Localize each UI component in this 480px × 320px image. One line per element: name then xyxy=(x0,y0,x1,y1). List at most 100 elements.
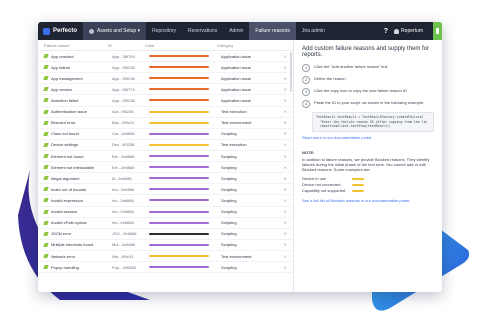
color-bar xyxy=(149,221,209,224)
reason-color xyxy=(149,232,221,235)
edit-icon[interactable] xyxy=(43,109,49,114)
table-row[interactable]: App failure App...9f3238 Application issue… xyxy=(38,62,293,74)
edit-icon[interactable] xyxy=(43,131,49,136)
reason-color xyxy=(149,66,221,69)
delete-icon[interactable]: ✕ xyxy=(284,54,287,59)
help-panel: Add custom failure reasons and supply th… xyxy=(294,40,442,292)
delete-icon[interactable]: ✕ xyxy=(284,176,287,181)
nav-item-0[interactable]: Assets and Setup ▾ xyxy=(83,22,147,40)
nav-item-5[interactable]: Jira admin xyxy=(296,22,331,40)
edit-icon[interactable] xyxy=(43,87,49,92)
edit-icon[interactable] xyxy=(43,209,49,214)
reason-category: Scripting xyxy=(221,220,237,226)
edit-icon[interactable] xyxy=(43,154,49,159)
table-row[interactable]: Multiple elements found Mul...2e6686 Scrip… xyxy=(38,240,293,251)
delete-icon[interactable]: ✕ xyxy=(284,98,287,103)
brand-name: Perfecto xyxy=(53,28,78,34)
color-bar xyxy=(149,143,209,146)
step-item: 2 Define the reason xyxy=(302,76,434,84)
delete-icon[interactable]: ✕ xyxy=(284,254,287,259)
table-row[interactable]: App crashed App...38f754 Application issue… xyxy=(38,51,293,63)
app-window: Perfecto Assets and Setup ▾ Repository Res… xyxy=(38,22,442,292)
table-row[interactable]: Beecard error Bac...9f3c31 Test environmen… xyxy=(38,118,293,129)
delete-icon[interactable]: ✕ xyxy=(284,65,287,70)
table-row[interactable]: App version App...5f5774 Application issue… xyxy=(38,84,293,96)
edit-icon[interactable] xyxy=(43,242,49,247)
table-row[interactable]: Invalid xPath syntax Inv...2e6686 Scriptin… xyxy=(38,218,293,229)
delete-icon[interactable]: ✕ xyxy=(284,209,287,214)
reason-category: Scripting xyxy=(221,209,237,215)
reason-name: Beecard error xyxy=(51,120,76,126)
blocked-reason-color xyxy=(352,189,364,192)
flag-icon xyxy=(436,28,439,34)
table-row[interactable]: Invalid session Inv...2e6686 Scripting ✕ xyxy=(38,207,293,218)
delete-icon[interactable]: ✕ xyxy=(284,187,287,192)
edit-icon[interactable] xyxy=(43,220,49,225)
table-row[interactable]: Popup handling Pop...2e6686 Scripting ✕ xyxy=(38,262,293,274)
edit-icon[interactable] xyxy=(43,142,49,147)
edit-icon[interactable] xyxy=(43,265,49,270)
scrollbar[interactable] xyxy=(290,52,292,92)
edit-icon[interactable] xyxy=(43,76,49,81)
delete-icon[interactable]: ✕ xyxy=(284,87,287,92)
color-bar xyxy=(149,99,209,102)
edit-icon[interactable] xyxy=(43,176,49,181)
table-row[interactable]: Index out of bounds Ind...2e6686 Scripting… xyxy=(38,184,293,196)
user-menu[interactable]: Repertum xyxy=(394,28,427,34)
delete-icon[interactable]: ✕ xyxy=(284,165,287,170)
read-more-link[interactable]: Read more in our documentation portal xyxy=(302,135,434,140)
brand[interactable]: Perfecto xyxy=(38,27,83,35)
delete-icon[interactable]: ✕ xyxy=(284,142,287,147)
nav-item-4[interactable]: Failure reasons xyxy=(249,22,296,40)
edit-icon[interactable] xyxy=(43,198,49,203)
table-row[interactable]: App management App...9f3238 Application is… xyxy=(38,73,293,85)
step-item: 3 Click the copy icon to copy the new fai… xyxy=(302,88,434,96)
color-bar xyxy=(149,55,209,58)
edit-icon[interactable] xyxy=(43,231,49,236)
table-row[interactable]: Illegal argument Ill...2e6686 Scripting ✕ xyxy=(38,173,293,185)
table-row[interactable]: Authentication issue Aut...9f3236 Test exe… xyxy=(38,107,293,118)
edit-icon[interactable] xyxy=(43,254,49,259)
nav-item-2[interactable]: Reservations xyxy=(182,22,223,40)
table-row[interactable]: Class not found Cla...2e6686 Scripting ✕ xyxy=(38,129,293,140)
delete-icon[interactable]: ✕ xyxy=(284,131,287,136)
help-icon[interactable]: ? xyxy=(384,28,388,35)
reason-name: App crashed xyxy=(51,53,74,59)
reason-name: App version xyxy=(51,86,73,92)
delete-icon[interactable]: ✕ xyxy=(284,198,287,203)
delete-icon[interactable]: ✕ xyxy=(284,242,287,247)
nav-item-3[interactable]: Admin xyxy=(223,22,249,40)
see-more-link[interactable]: See a full list of Blocked reasons in ou… xyxy=(302,198,434,203)
delete-icon[interactable]: ✕ xyxy=(284,265,287,270)
delete-icon[interactable]: ✕ xyxy=(284,231,287,236)
table-row[interactable]: Element not found Ele...2e6686 Scripting ✕ xyxy=(38,151,293,163)
table-row[interactable]: Assertion failed App...9f3236 Application … xyxy=(38,95,293,107)
nav-item-1[interactable]: Repository xyxy=(146,22,182,40)
table-row[interactable]: Network error Net...9f3c31 Test environmen… xyxy=(38,251,293,263)
step-number: 2 xyxy=(302,76,310,84)
edit-icon[interactable] xyxy=(43,120,49,125)
table-row[interactable]: Invalid expression Inv...2e6686 Scripting ✕ xyxy=(38,195,293,207)
reason-name: Element not found xyxy=(51,153,84,159)
delete-icon[interactable]: ✕ xyxy=(284,120,287,125)
status-tab[interactable] xyxy=(433,22,442,40)
edit-icon[interactable] xyxy=(43,187,49,192)
table-row[interactable]: JSON error JSO...2e6686 Scripting ✕ xyxy=(38,229,293,240)
page-content: Failure reason ID Color Category App cra… xyxy=(38,40,442,292)
delete-icon[interactable]: ✕ xyxy=(284,220,287,225)
reason-id: Net...9f3c31 xyxy=(112,253,134,259)
edit-icon[interactable] xyxy=(43,98,49,103)
table-row[interactable]: Element not interactable Ele...2e6686 Scri… xyxy=(38,162,293,174)
table-row[interactable]: Device settings Dev...9f3238 Test executio… xyxy=(38,140,293,151)
edit-icon[interactable] xyxy=(43,65,49,70)
reason-color xyxy=(149,99,221,102)
reason-id: Bac...9f3c31 xyxy=(112,120,135,126)
delete-icon[interactable]: ✕ xyxy=(284,109,287,114)
reason-name: Class not found xyxy=(51,131,79,137)
panel-title: Add custom failure reasons and supply th… xyxy=(302,46,430,58)
edit-icon[interactable] xyxy=(43,54,49,59)
perfecto-logo-icon xyxy=(43,27,50,35)
delete-icon[interactable]: ✕ xyxy=(284,76,287,81)
delete-icon[interactable]: ✕ xyxy=(284,154,287,159)
edit-icon[interactable] xyxy=(43,165,49,170)
